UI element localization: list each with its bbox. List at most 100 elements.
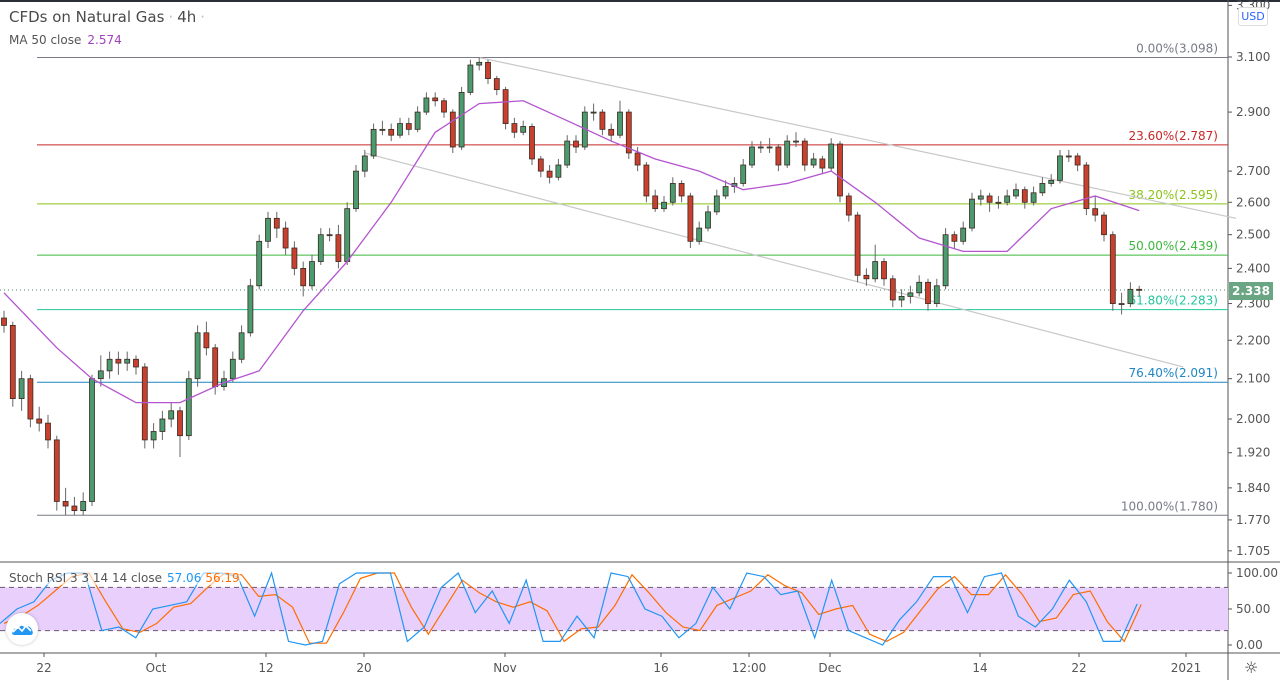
stoch-d-value: 56.19 bbox=[205, 571, 240, 585]
ma-legend[interactable]: MA 50 close 2.574 bbox=[9, 33, 122, 47]
candle bbox=[951, 231, 958, 249]
candle bbox=[520, 120, 527, 136]
price-tick-label: 2.600 bbox=[1236, 195, 1270, 209]
candle bbox=[828, 138, 835, 172]
candle-body bbox=[617, 111, 623, 136]
candle-body bbox=[344, 208, 351, 262]
candle bbox=[969, 192, 975, 232]
candle-body bbox=[247, 285, 254, 334]
price-tick-label: 2.500 bbox=[1236, 228, 1270, 242]
fib-level-label: 61.80%(2.283) bbox=[1129, 294, 1218, 308]
candle bbox=[317, 228, 324, 265]
price-tick-label: 2.400 bbox=[1236, 261, 1270, 275]
candle-body bbox=[397, 123, 403, 136]
candle-body bbox=[537, 158, 544, 172]
candle-body bbox=[590, 111, 597, 114]
candle-body bbox=[766, 146, 773, 149]
candle-body bbox=[1021, 189, 1028, 203]
candle bbox=[942, 228, 949, 290]
time-tick-label: 20 bbox=[356, 661, 371, 675]
candle-body bbox=[177, 410, 183, 437]
candle-body bbox=[889, 278, 896, 301]
symbol-name[interactable]: CFDs on Natural Gas bbox=[9, 8, 164, 26]
candle bbox=[89, 374, 95, 507]
candle-body bbox=[62, 501, 69, 507]
candle bbox=[405, 117, 412, 136]
candle bbox=[441, 97, 447, 118]
candle-body bbox=[212, 347, 219, 388]
candle bbox=[766, 138, 773, 153]
candle-body bbox=[423, 97, 430, 113]
price-tick-label: 2.700 bbox=[1236, 164, 1270, 178]
candle-body bbox=[634, 152, 641, 166]
candle-body bbox=[854, 214, 861, 276]
fib-level-label: 50.00%(2.439) bbox=[1129, 239, 1218, 253]
candle-body bbox=[388, 128, 395, 136]
tradingview-logo[interactable] bbox=[6, 613, 38, 645]
candle bbox=[1030, 186, 1037, 206]
candle-body bbox=[757, 146, 764, 149]
stoch-k-value: 57.06 bbox=[166, 571, 202, 585]
candle-body bbox=[907, 292, 914, 297]
candle-body bbox=[925, 281, 931, 304]
candle bbox=[1101, 211, 1107, 242]
time-tick-label: Nov bbox=[493, 661, 516, 675]
last-price-tag: 2.338 bbox=[1229, 282, 1273, 300]
stoch-tick-label: 50.00 bbox=[1236, 602, 1270, 616]
currency-button[interactable]: USD bbox=[1238, 7, 1268, 26]
candle-body bbox=[881, 261, 887, 280]
candle bbox=[617, 100, 623, 139]
candle-body bbox=[916, 281, 923, 294]
candle bbox=[511, 117, 518, 139]
candle bbox=[1127, 282, 1134, 308]
candle bbox=[458, 86, 465, 150]
candle bbox=[273, 211, 280, 238]
candle bbox=[608, 123, 615, 142]
price-tick-label: 2.900 bbox=[1236, 105, 1270, 119]
candle bbox=[898, 289, 905, 308]
candle-body bbox=[1039, 183, 1046, 194]
settings-gear-icon[interactable]: ☼ bbox=[1244, 658, 1258, 677]
candle bbox=[986, 192, 993, 212]
candle-body bbox=[1109, 234, 1116, 304]
candle bbox=[344, 202, 351, 265]
candle-body bbox=[1057, 155, 1063, 181]
candle bbox=[485, 59, 491, 85]
stoch-legend-label: Stoch RSI 3 3 14 14 close bbox=[9, 571, 162, 585]
candle-body bbox=[300, 268, 307, 287]
candle bbox=[1118, 292, 1125, 315]
candle bbox=[555, 158, 562, 181]
stoch-legend[interactable]: Stoch RSI 3 3 14 14 close 57.06 56.19 bbox=[9, 571, 240, 585]
candle-body bbox=[793, 140, 799, 143]
candle bbox=[229, 351, 236, 383]
candle bbox=[194, 325, 201, 387]
candle-body bbox=[810, 158, 817, 166]
candle bbox=[397, 117, 403, 139]
candle-body bbox=[1092, 208, 1099, 216]
candle-body bbox=[995, 201, 1002, 204]
candle bbox=[476, 57, 483, 71]
candle bbox=[1109, 231, 1116, 311]
candle-body bbox=[678, 183, 685, 197]
candle-body bbox=[863, 274, 870, 280]
candle bbox=[757, 141, 764, 153]
candle-body bbox=[837, 143, 843, 197]
candle-body bbox=[458, 91, 465, 148]
candle bbox=[925, 278, 931, 311]
candle bbox=[599, 109, 606, 136]
candle bbox=[361, 149, 368, 178]
candle-body bbox=[1065, 155, 1072, 158]
price-tick-label: 2.200 bbox=[1236, 333, 1270, 347]
candle-body bbox=[150, 431, 157, 441]
candle bbox=[502, 86, 509, 130]
fib-level-label: 100.00%(1.780) bbox=[1121, 499, 1218, 513]
candle-body bbox=[115, 358, 122, 364]
candle bbox=[1039, 177, 1046, 196]
candle-body bbox=[942, 234, 949, 287]
candle-body bbox=[933, 285, 940, 304]
interval[interactable]: 4h bbox=[177, 8, 196, 26]
candle-body bbox=[898, 296, 905, 301]
candle-body bbox=[652, 195, 659, 210]
candle bbox=[1065, 149, 1072, 162]
candle bbox=[414, 106, 421, 133]
